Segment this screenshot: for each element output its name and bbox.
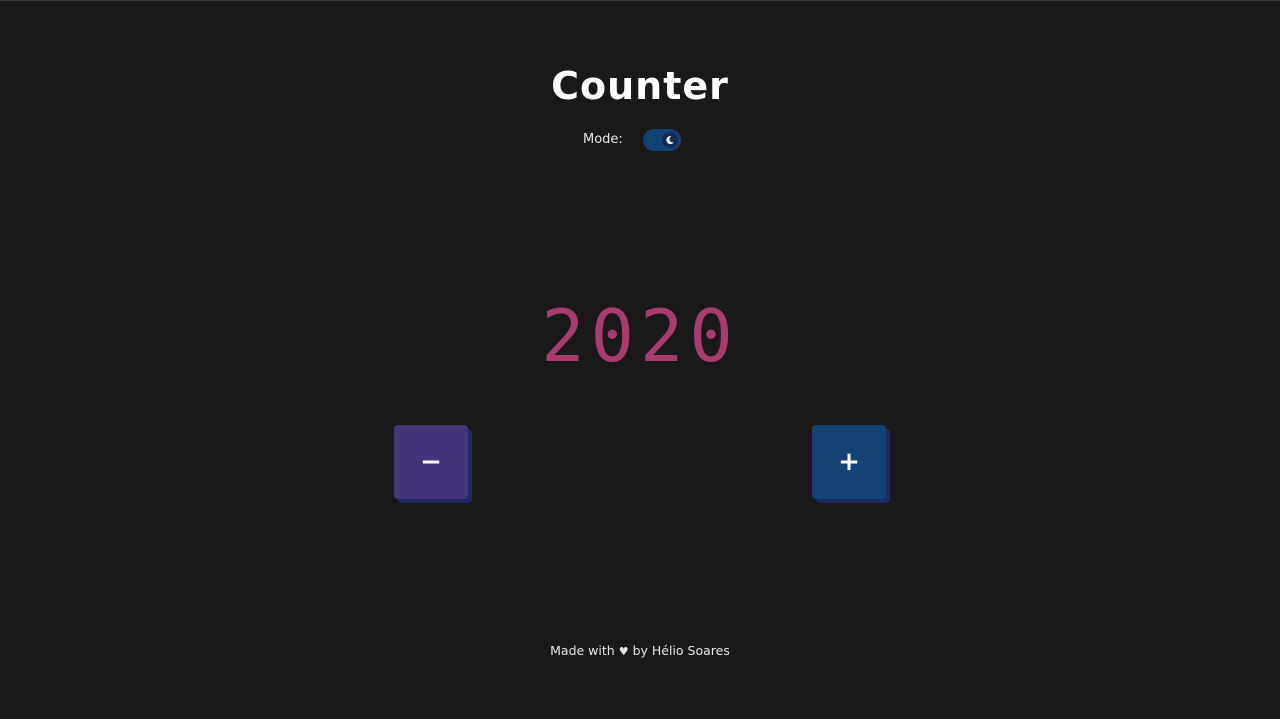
heart-icon: ♥ [618, 645, 629, 658]
footer-author: by Hélio Soares [632, 643, 730, 658]
page-title: Counter [551, 64, 729, 108]
footer-prefix: Made with [550, 643, 615, 658]
footer-credit: Made with ♥ by Hélio Soares [0, 642, 1280, 661]
counter-value: 2020 [541, 294, 739, 378]
mode-switcher: Mode: [583, 129, 681, 151]
decrement-button[interactable]: − [394, 425, 468, 499]
increment-button[interactable]: + [812, 425, 886, 499]
moon-icon [661, 132, 678, 148]
theme-toggle[interactable] [642, 129, 681, 151]
mode-label: Mode: [583, 132, 623, 147]
